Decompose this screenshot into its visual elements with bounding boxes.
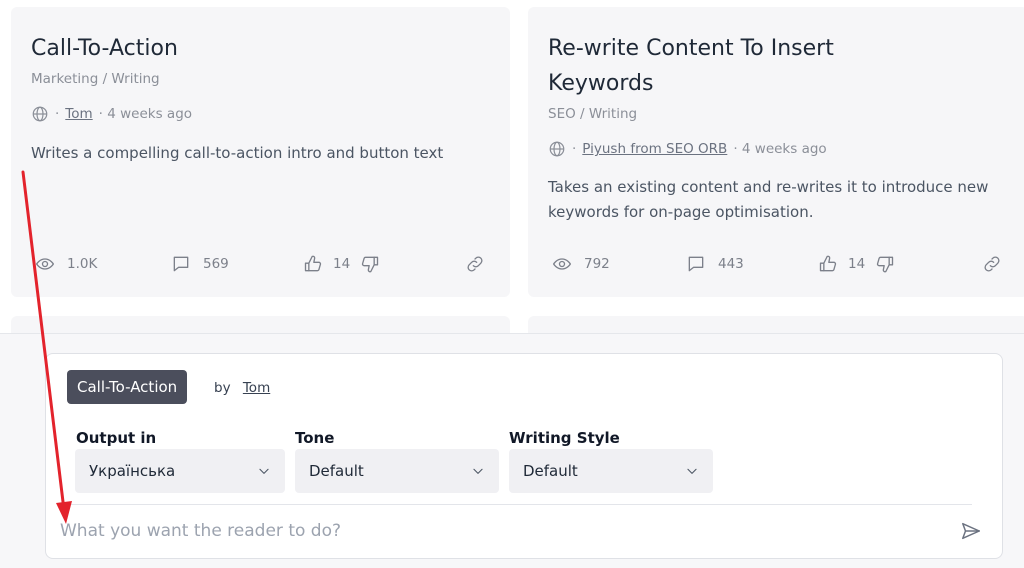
copy-link-stat[interactable]	[465, 253, 485, 275]
prompt-form: Call-To-Action by Tom Output in Українсь…	[45, 353, 1003, 559]
eye-icon	[553, 258, 571, 270]
byline-author-link[interactable]: Tom	[243, 380, 270, 396]
card-age: · 4 weeks ago	[733, 141, 827, 157]
meta-dot: ·	[55, 106, 60, 122]
by-label: by	[214, 380, 231, 396]
send-icon[interactable]	[960, 520, 982, 542]
globe-icon	[32, 106, 48, 122]
writing-style-value: Default	[523, 462, 578, 480]
card-category: SEO / Writing	[548, 106, 638, 122]
output-language-value: Українська	[89, 462, 176, 480]
link-icon[interactable]	[982, 254, 1002, 274]
writing-style-label: Writing Style	[509, 429, 620, 447]
likes-count: 14	[848, 256, 866, 272]
card-description: Takes an existing content and re-writes …	[548, 178, 989, 221]
link-icon[interactable]	[465, 254, 485, 274]
chevron-down-icon	[473, 468, 483, 474]
output-language-select[interactable]: Українська	[75, 449, 285, 493]
card-title[interactable]: Re-write Content To Insert Keywords	[548, 31, 878, 101]
meta-dot: ·	[572, 141, 577, 157]
comments-stat: 443	[686, 253, 744, 275]
prompt-byline: by Tom	[214, 380, 270, 396]
card-meta: · Piyush from SEO ORB · 4 weeks ago	[548, 140, 827, 158]
copy-link-stat[interactable]	[982, 253, 1002, 275]
card-title[interactable]: Call-To-Action	[31, 31, 490, 66]
thumbs-down-icon[interactable]	[360, 254, 380, 274]
card-description: Writes a compelling call-to-action intro…	[31, 144, 444, 162]
comments-count: 443	[718, 256, 744, 272]
form-divider	[67, 504, 972, 505]
thumbs-up-icon[interactable]	[818, 254, 838, 274]
tone-select[interactable]: Default	[295, 449, 499, 493]
thumbs-up-icon[interactable]	[303, 254, 323, 274]
likes-count: 14	[333, 256, 351, 272]
tone-value: Default	[309, 462, 364, 480]
output-language-label: Output in	[76, 429, 157, 447]
chevron-down-icon	[259, 468, 269, 474]
stage: Call-To-Action Marketing / Writing · Tom…	[0, 0, 1024, 568]
writing-style-select[interactable]: Default	[509, 449, 713, 493]
prompt-card[interactable]: Re-write Content To Insert Keywords SEO …	[528, 7, 1024, 297]
selected-prompt-tag[interactable]: Call-To-Action	[67, 370, 188, 404]
views-count: 792	[584, 256, 610, 272]
comments-stat: 569	[171, 253, 229, 275]
comment-icon	[173, 256, 189, 272]
card-meta: · Tom · 4 weeks ago	[31, 105, 192, 123]
comment-icon	[688, 256, 704, 272]
vote-stat: 14	[303, 253, 380, 275]
card-author-link[interactable]: Tom	[65, 106, 92, 122]
views-count: 1.0K	[67, 256, 98, 272]
card-age: · 4 weeks ago	[98, 106, 193, 122]
prompt-card[interactable]: Call-To-Action Marketing / Writing · Tom…	[11, 7, 510, 297]
thumbs-down-icon[interactable]	[875, 254, 895, 274]
globe-icon	[549, 141, 565, 157]
card-author-link[interactable]: Piyush from SEO ORB	[582, 141, 727, 157]
eye-icon	[36, 258, 54, 270]
comments-count: 569	[203, 256, 229, 272]
send-button[interactable]	[960, 520, 982, 542]
views-stat: 792	[552, 253, 610, 275]
card-category: Marketing / Writing	[31, 71, 160, 87]
chevron-down-icon	[687, 468, 697, 474]
vote-stat: 14	[818, 253, 895, 275]
tone-label: Tone	[295, 429, 335, 447]
views-stat: 1.0K	[35, 253, 97, 275]
prompt-input[interactable]	[60, 514, 920, 548]
